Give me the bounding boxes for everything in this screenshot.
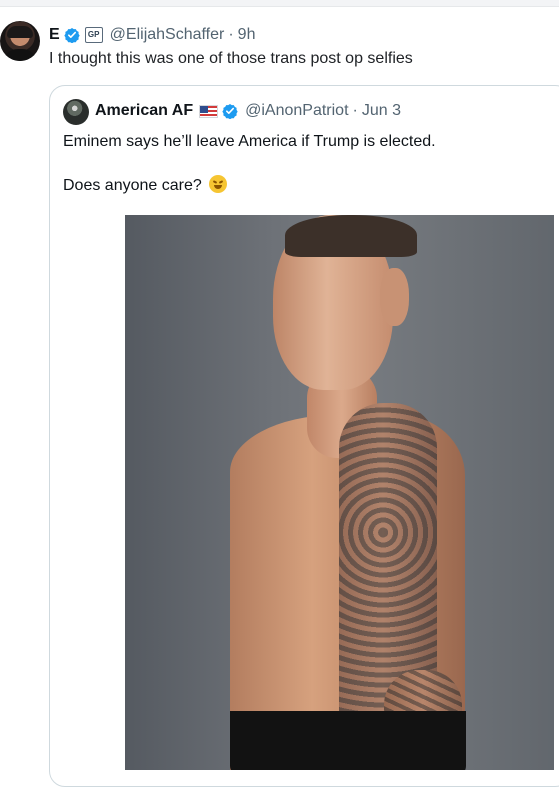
quoted-author-handle[interactable]: @iAnonPatriot (245, 102, 348, 120)
text-gap (63, 153, 558, 175)
quoted-text-line-1: Eminem says he’ll leave America if Trump… (63, 133, 436, 150)
face-with-tears-of-joy-icon (209, 175, 228, 193)
verified-check-icon (64, 28, 80, 43)
quoted-tweet-card[interactable]: American AF @iAnonPatriot · Jun 3 Eminem… (49, 85, 559, 787)
tweet-timestamp[interactable]: 9h (238, 26, 256, 44)
affiliate-badge: GP (84, 27, 103, 43)
separator-dot: · (352, 102, 358, 119)
quoted-tweet-header: American AF @iAnonPatriot · Jun 3 (95, 100, 401, 122)
quoted-author-avatar[interactable] (63, 99, 89, 125)
quoted-question: Does anyone care? (63, 177, 202, 194)
quoted-tweet-text: Eminem says he’ll leave America if Trump… (63, 131, 558, 197)
photo-ear (380, 268, 409, 326)
quoted-text-line-2: Does anyone care? (63, 175, 558, 197)
top-divider (0, 0, 559, 7)
tweet-text: I thought this was one of those trans po… (49, 50, 413, 67)
author-handle[interactable]: @ElijahSchaffer (110, 26, 225, 44)
author-name[interactable]: E (49, 26, 60, 44)
author-avatar[interactable] (0, 21, 40, 61)
quoted-tweet-date[interactable]: Jun 3 (362, 102, 401, 120)
quoted-author-name[interactable]: American AF (95, 102, 193, 120)
avatar-cap-icon (7, 26, 33, 38)
photo-black-pants (230, 711, 466, 770)
separator-dot: · (228, 26, 234, 43)
verified-check-icon (222, 104, 238, 119)
attached-photo[interactable] (125, 215, 554, 770)
avatar-shirt-icon (2, 49, 38, 61)
photo-hair (285, 215, 417, 257)
tweet-header: E GP @ElijahSchaffer · 9h (49, 25, 255, 45)
us-flag-icon (199, 104, 219, 118)
